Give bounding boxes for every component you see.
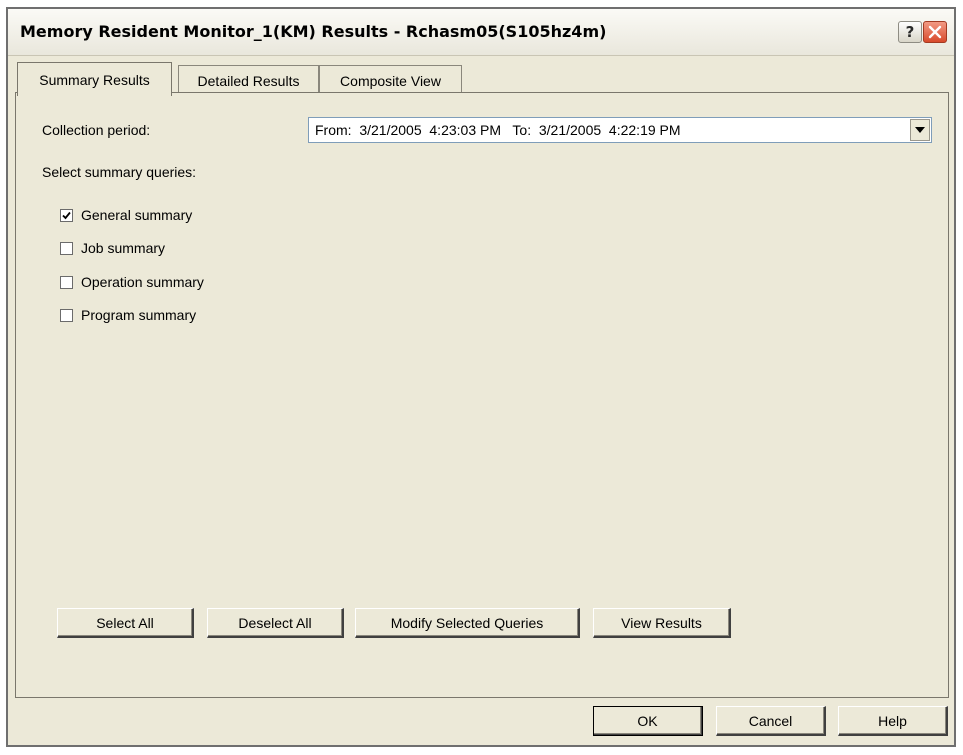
tab-label: Detailed Results <box>197 72 300 89</box>
help-button[interactable]: Help <box>838 706 948 736</box>
tab-summary-results[interactable]: Summary Results <box>17 62 172 96</box>
ok-button[interactable]: OK <box>593 706 703 736</box>
close-button[interactable] <box>923 21 947 43</box>
checkbox[interactable] <box>60 275 73 289</box>
checkmark-icon <box>62 211 71 219</box>
tab-detailed-results[interactable]: Detailed Results <box>178 65 319 95</box>
query-job-summary[interactable]: Job summary <box>60 239 165 257</box>
checkbox[interactable] <box>60 308 73 322</box>
checkbox[interactable] <box>60 241 73 255</box>
query-label: General summary <box>81 207 193 223</box>
close-icon <box>928 25 942 39</box>
query-program-summary[interactable]: Program summary <box>60 306 196 324</box>
tab-label: Composite View <box>340 72 441 89</box>
chevron-down-icon <box>915 127 925 133</box>
view-results-button[interactable]: View Results <box>593 608 731 638</box>
query-label: Job summary <box>81 240 166 256</box>
dropdown-arrow-button[interactable] <box>910 119 930 141</box>
collection-period-label: Collection period: <box>42 122 151 138</box>
query-label: Operation summary <box>81 274 204 290</box>
title-bar[interactable]: Memory Resident Monitor_1(KM) Results - … <box>8 9 954 56</box>
query-general-summary[interactable]: General summary <box>60 206 192 224</box>
select-all-button[interactable]: Select All <box>57 608 194 638</box>
tab-label: Summary Results <box>39 71 150 88</box>
query-operation-summary[interactable]: Operation summary <box>60 273 204 291</box>
deselect-all-button[interactable]: Deselect All <box>207 608 344 638</box>
question-mark-icon: ? <box>905 23 915 41</box>
query-label: Program summary <box>81 307 197 323</box>
select-queries-label: Select summary queries: <box>42 164 197 180</box>
results-dialog: Memory Resident Monitor_1(KM) Results - … <box>6 7 956 747</box>
collection-period-dropdown[interactable]: From: 3/21/2005 4:23:03 PM To: 3/21/2005… <box>308 117 932 143</box>
tab-composite-view[interactable]: Composite View <box>319 65 462 95</box>
modify-selected-queries-button[interactable]: Modify Selected Queries <box>355 608 580 638</box>
summary-results-panel: Collection period: From: 3/21/2005 4:23:… <box>15 92 949 698</box>
window-title: Memory Resident Monitor_1(KM) Results - … <box>20 22 607 41</box>
cancel-button[interactable]: Cancel <box>716 706 826 736</box>
help-title-button[interactable]: ? <box>898 21 922 43</box>
checkbox[interactable] <box>60 208 73 222</box>
collection-period-value: From: 3/21/2005 4:23:03 PM To: 3/21/2005… <box>315 122 681 138</box>
